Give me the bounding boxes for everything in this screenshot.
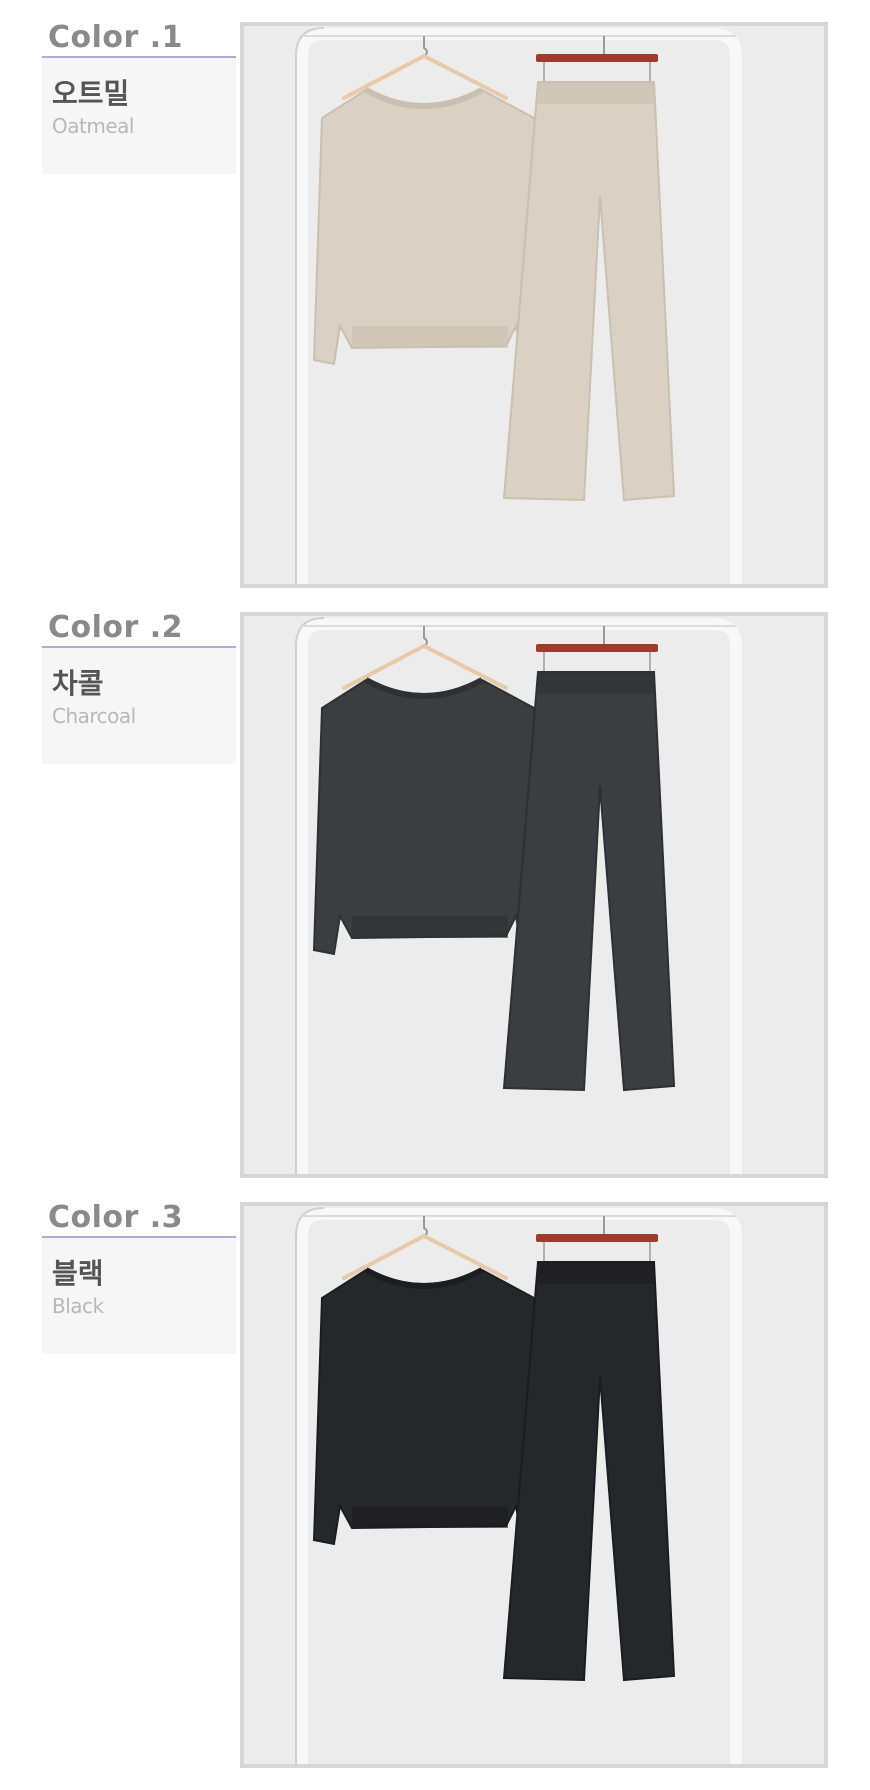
pants-waistband [538, 1262, 654, 1284]
sweatshirt [312, 88, 546, 366]
product-photo-charcoal [240, 612, 828, 1178]
sweatshirt-hem [352, 326, 508, 348]
sweatshirt-hem [352, 1506, 508, 1528]
pants-hanger-bar [536, 54, 658, 62]
color-heading: Color .3 [48, 1200, 184, 1235]
sweatshirt [312, 1268, 546, 1546]
outfit-illustration [244, 616, 824, 1174]
color-option-charcoal: Color .2 차콜 Charcoal [0, 610, 870, 1178]
product-photo-oatmeal [240, 22, 828, 588]
color-label: Color .1 오트밀 Oatmeal [42, 20, 236, 174]
color-name-box: 블랙 Black [42, 1238, 236, 1354]
color-option-oatmeal: Color .1 오트밀 Oatmeal [0, 20, 870, 588]
outfit-illustration [244, 1206, 824, 1764]
color-name-korean: 오트밀 [52, 77, 130, 110]
color-label: Color .3 블랙 Black [42, 1200, 236, 1354]
color-heading: Color .1 [48, 20, 184, 55]
color-heading: Color .2 [48, 610, 184, 645]
product-photo-black [240, 1202, 828, 1768]
pants-hanger-bar [536, 1234, 658, 1242]
pants-waistband [538, 82, 654, 104]
color-option-black: Color .3 블랙 Black [0, 1200, 870, 1768]
sweatshirt [312, 678, 546, 956]
color-label: Color .2 차콜 Charcoal [42, 610, 236, 764]
outfit-illustration [244, 26, 824, 584]
color-name-box: 오트밀 Oatmeal [42, 58, 236, 174]
sweatshirt-hem [352, 916, 508, 938]
pants-hanger-bar [536, 644, 658, 652]
color-name-english: Charcoal [52, 704, 136, 728]
color-name-korean: 차콜 [52, 667, 104, 700]
color-name-korean: 블랙 [52, 1257, 104, 1290]
color-name-box: 차콜 Charcoal [42, 648, 236, 764]
pants-waistband [538, 672, 654, 694]
color-name-english: Oatmeal [52, 114, 134, 138]
color-name-english: Black [52, 1294, 104, 1318]
